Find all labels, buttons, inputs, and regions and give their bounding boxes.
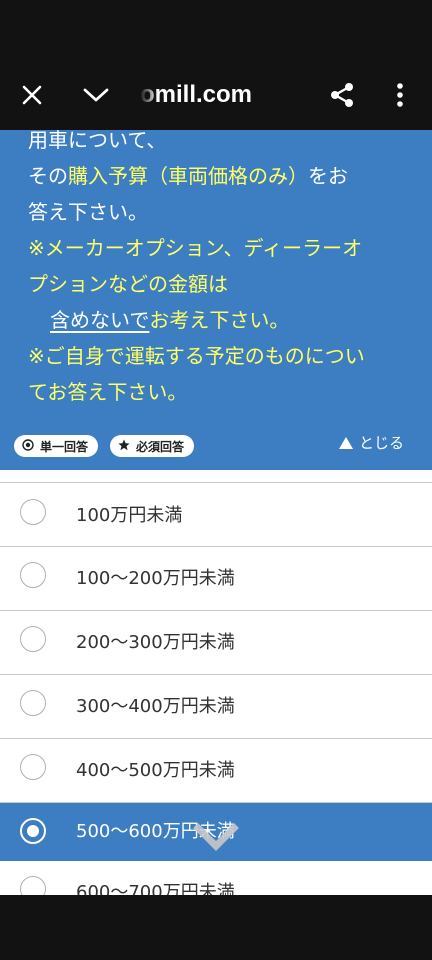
scroll-down-icon[interactable] [192, 818, 240, 858]
single-answer-badge: 単一回答 [14, 435, 99, 457]
question-highlight: 購入予算（車両価格のみ） [68, 164, 308, 188]
note-line: ※メーカーオプション、ディーラーオ [28, 236, 363, 260]
collapse-label: とじる [358, 434, 404, 452]
option-row[interactable]: 300〜400万円未満 [0, 675, 432, 739]
note-line: プションなどの金額は [28, 272, 228, 296]
radio-button[interactable] [20, 626, 46, 652]
triangle-up-icon [338, 436, 353, 449]
url-domain[interactable]: omill.com [140, 78, 252, 112]
radio-button-checked[interactable] [20, 818, 46, 844]
list-divider [0, 470, 432, 483]
question-text-part: その [28, 164, 68, 188]
note-line: 含めないでお考え下さい。 [28, 302, 418, 338]
more-vert-icon[interactable] [380, 75, 420, 115]
question-line: 答え下さい。 [28, 200, 148, 224]
chevron-down-icon[interactable] [76, 75, 116, 115]
question-text: 用車について、 その購入予算（車両価格のみ）をお 答え下さい。 ※メーカーオプシ… [28, 130, 418, 410]
required-badge: 必須回答 [110, 435, 195, 457]
note-text-part: お考え下さい。 [149, 308, 290, 332]
option-row[interactable]: 100万円未満 [0, 484, 432, 547]
status-bar [0, 0, 432, 60]
collapse-button[interactable]: とじる [338, 432, 404, 453]
option-label: 100万円未満 [76, 505, 183, 526]
option-row[interactable]: 400〜500万円未満 [0, 739, 432, 803]
question-panel: 用車について、 その購入予算（車両価格のみ）をお 答え下さい。 ※メーカーオプシ… [0, 130, 432, 470]
question-line: その購入予算（車両価格のみ）をお [28, 158, 418, 194]
badge-label: 必須回答 [136, 439, 185, 454]
question-text-part: をお [308, 164, 348, 188]
option-label: 200〜300万円未満 [76, 632, 235, 653]
option-row[interactable]: 200〜300万円未満 [0, 611, 432, 675]
radio-button[interactable] [20, 690, 46, 716]
badge-label: 単一回答 [40, 439, 89, 454]
option-label: 400〜500万円未満 [76, 760, 235, 781]
radio-button[interactable] [20, 499, 46, 525]
option-label: 600〜700万円未満 [76, 882, 235, 895]
radio-button[interactable] [20, 876, 46, 895]
note-underline: 含めないで [50, 308, 150, 332]
navigation-bar [0, 895, 432, 960]
option-label: 300〜400万円未満 [76, 696, 235, 717]
share-icon[interactable] [322, 75, 362, 115]
close-icon[interactable] [12, 75, 52, 115]
question-line: 用車について、 [28, 130, 167, 152]
option-label: 100〜200万円未満 [76, 568, 235, 589]
note-line: ※ご自身で運転する予定のものについ [28, 344, 365, 368]
option-row[interactable]: 600〜700万円未満 [0, 861, 432, 895]
radio-button[interactable] [20, 562, 46, 588]
radio-dot-icon [22, 439, 34, 453]
browser-toolbar: omill.com [0, 60, 432, 130]
radio-button[interactable] [20, 754, 46, 780]
star-icon [118, 439, 130, 453]
option-row[interactable]: 100〜200万円未満 [0, 547, 432, 611]
note-line: てお答え下さい。 [28, 380, 188, 404]
question-badges: 単一回答 必須回答 [14, 435, 195, 457]
